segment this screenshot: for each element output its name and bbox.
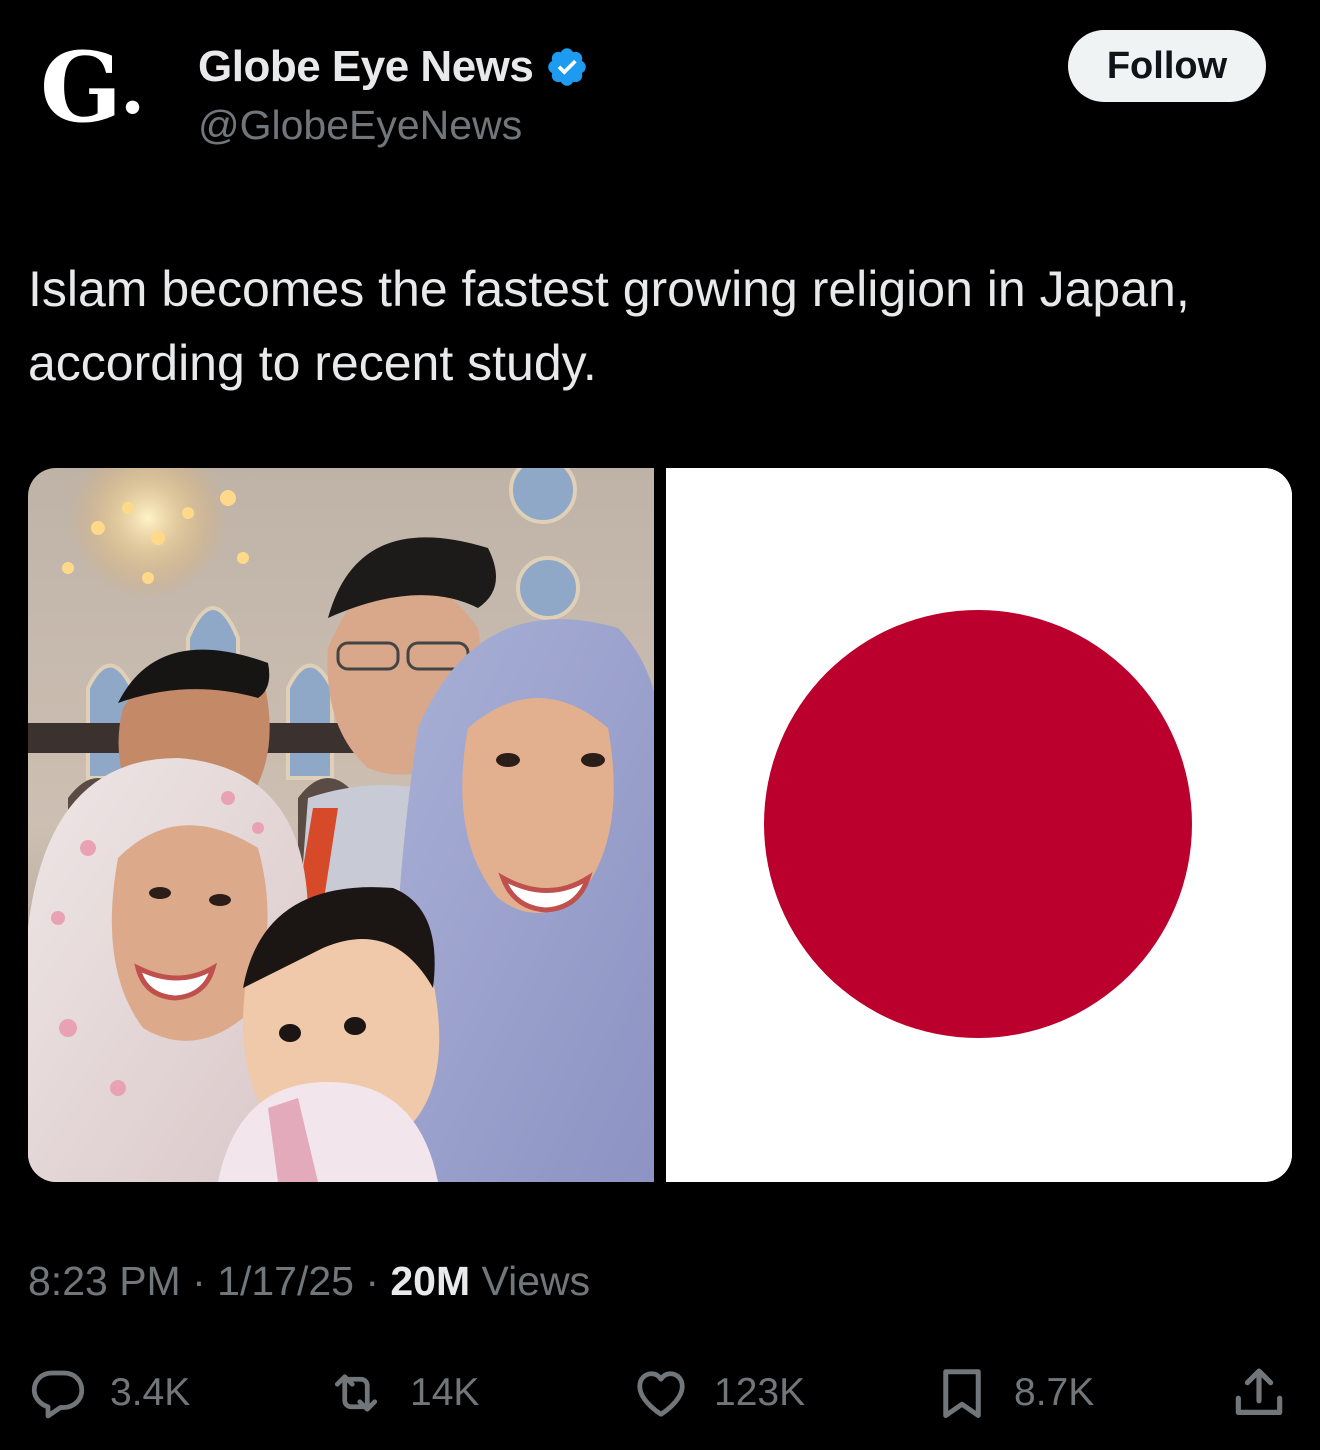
views-count[interactable]: 20M (390, 1258, 470, 1305)
avatar-logo-dot: . (119, 45, 146, 130)
family-photo-illustration (28, 468, 654, 1182)
author-name-row[interactable]: Globe Eye News (198, 38, 589, 96)
action-bar: 3.4K 14K 123K 8.7K (28, 1358, 1292, 1428)
share-icon (1235, 1368, 1283, 1415)
share-button[interactable] (1228, 1358, 1290, 1428)
japan-flag-image[interactable] (666, 468, 1292, 1182)
bookmark-button[interactable]: 8.7K (932, 1358, 1094, 1428)
tweet-date[interactable]: 1/17/25 (217, 1258, 354, 1305)
author-handle[interactable]: @GlobeEyeNews (198, 102, 522, 149)
media-grid (28, 468, 1292, 1182)
repost-button[interactable]: 14K (324, 1358, 479, 1428)
like-button[interactable]: 123K (630, 1358, 805, 1428)
tweet-text: Islam becomes the fastest growing religi… (28, 261, 1190, 391)
japan-flag (666, 468, 1292, 1182)
follow-button[interactable]: Follow (1068, 30, 1266, 102)
reply-icon (31, 1370, 85, 1419)
verified-badge-icon (548, 48, 587, 86)
avatar-logo-letter: G (40, 31, 122, 144)
tweet-time[interactable]: 8:23 PM (28, 1258, 181, 1305)
reply-button[interactable]: 3.4K (28, 1358, 190, 1428)
tweet-meta: 8:23 PM · 1/17/25 · 20M Views (28, 1258, 590, 1305)
like-icon (637, 1371, 685, 1417)
like-count: 123K (714, 1371, 806, 1414)
reply-count: 3.4K (110, 1371, 191, 1414)
views-label[interactable]: Views (470, 1258, 591, 1305)
bookmark-icon (943, 1369, 981, 1418)
repost-count: 14K (410, 1371, 480, 1414)
repost-icon (334, 1374, 378, 1412)
family-photo[interactable] (28, 468, 654, 1182)
meta-separator: · (180, 1258, 218, 1304)
bookmark-count: 8.7K (1014, 1371, 1095, 1414)
meta-separator: · (353, 1258, 391, 1304)
avatar[interactable]: G . (40, 40, 160, 150)
display-name[interactable]: Globe Eye News (198, 42, 534, 92)
